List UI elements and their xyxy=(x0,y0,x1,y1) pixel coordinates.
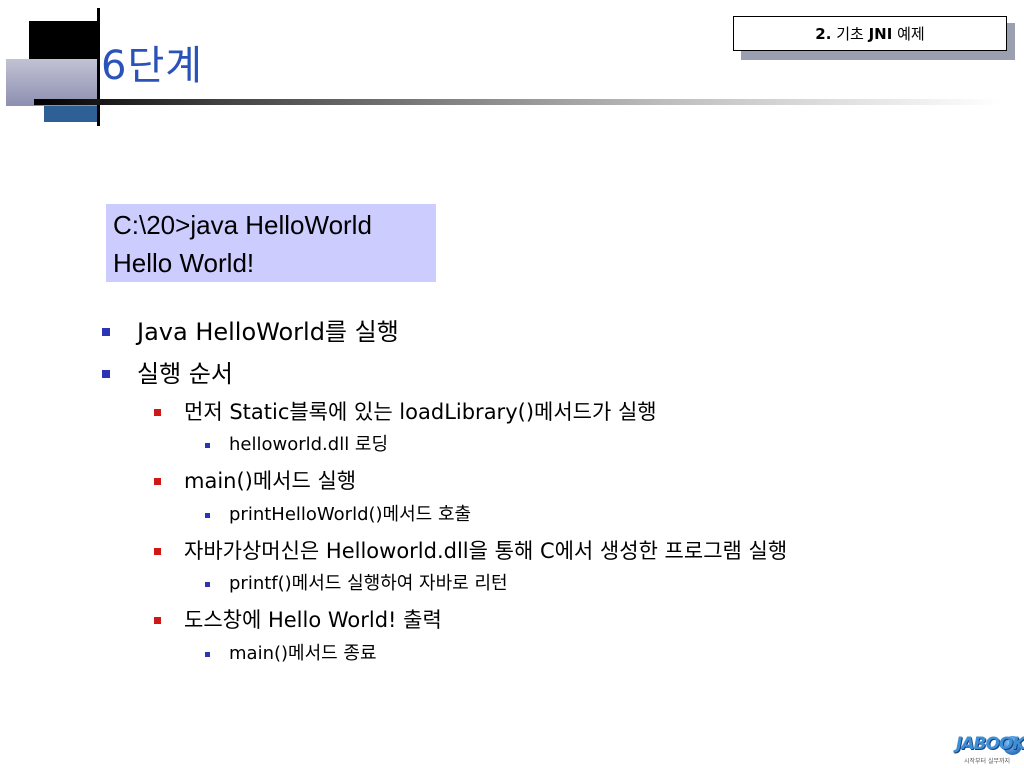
logo-wordmark: JABOOK xyxy=(956,734,1024,754)
outline-item: printHelloWorld()메서드 호출 xyxy=(205,503,472,527)
outline-item-text: printHelloWorld()메서드 호출 xyxy=(229,504,472,525)
console-output-box: C:\20>java HelloWorld Hello World! xyxy=(106,204,436,282)
outline-item: 자바가상머신은 Helloworld.dll을 통해 C에서 생성한 프로그램 … xyxy=(154,537,788,565)
outline-item-text: 자바가상머신은 Helloworld.dll을 통해 C에서 생성한 프로그램 … xyxy=(184,539,788,563)
square-bullet-icon xyxy=(205,582,210,587)
outline-item-text: helloworld.dll 로딩 xyxy=(229,434,389,455)
square-bullet-icon xyxy=(154,617,161,624)
outline-item-text: 실행 순서 xyxy=(137,360,233,388)
square-bullet-icon xyxy=(102,370,110,378)
outline-item: printf()메서드 실행하여 자바로 리턴 xyxy=(205,572,508,596)
section-header-text-post: 예제 xyxy=(897,25,925,43)
square-bullet-icon xyxy=(154,409,161,416)
square-bullet-icon xyxy=(205,443,210,448)
outline-item: 실행 순서 xyxy=(102,359,233,389)
square-bullet-icon xyxy=(154,478,161,485)
square-bullet-icon xyxy=(102,328,110,336)
section-header-text-pre: 기초 xyxy=(836,25,864,43)
square-bullet-icon xyxy=(205,652,210,657)
outline-item-text: printf()메서드 실행하여 자바로 리턴 xyxy=(229,573,508,594)
outline-item-text: main()메서드 실행 xyxy=(184,469,357,493)
square-bullet-icon xyxy=(205,513,210,518)
logo-tagline: 시작부터 실무까지 xyxy=(964,758,1011,765)
outline-item-text: main()메서드 종료 xyxy=(229,643,377,664)
outline-item: 먼저 Static블록에 있는 loadLibrary()메서드가 실행 xyxy=(154,398,657,426)
bullet-outline: Java HelloWorld를 실행 실행 순서 먼저 Static블록에 있… xyxy=(0,0,1024,768)
section-header: 2. 기초 JNI 예제 xyxy=(733,16,1007,51)
outline-item: 도스창에 Hello World! 출력 xyxy=(154,606,442,634)
title-decoration-vertical-rule xyxy=(97,8,100,126)
title-underline-gradient xyxy=(34,99,1002,105)
outline-item: main()메서드 실행 xyxy=(154,467,357,495)
section-header-text-bold: JNI xyxy=(868,24,893,43)
section-header-number: 2. xyxy=(815,24,832,43)
outline-item-text: 먼저 Static블록에 있는 loadLibrary()메서드가 실행 xyxy=(184,400,657,424)
outline-item: main()메서드 종료 xyxy=(205,642,377,666)
console-line-command: C:\20>java HelloWorld xyxy=(113,210,372,240)
slide-title: 6단계 xyxy=(101,43,204,89)
outline-item: Java HelloWorld를 실행 xyxy=(102,317,399,347)
square-bullet-icon xyxy=(154,548,161,555)
outline-item: helloworld.dll 로딩 xyxy=(205,433,389,457)
outline-item-text: 도스창에 Hello World! 출력 xyxy=(184,608,442,632)
jabook-logo: JABOOK 시작부터 실무까지 xyxy=(952,732,1024,768)
outline-item-text: Java HelloWorld를 실행 xyxy=(137,318,399,346)
console-line-output: Hello World! xyxy=(113,248,255,278)
